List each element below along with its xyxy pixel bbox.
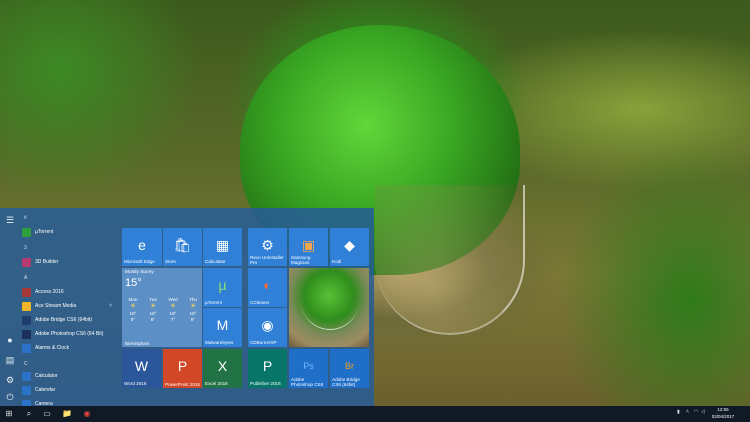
publisher-icon: P [262,358,273,374]
tile-word[interactable]: W Word 2016 [122,349,161,388]
tile-adobe-photoshop[interactable]: Ps Adobe Photoshop CS6 [289,349,328,388]
app-adobe-bridge[interactable]: Adobe Bridge CS6 (64bit) [22,314,116,326]
weather-day: Mon ☀ 18° 9° [128,297,138,322]
utorrent-icon: µ [218,277,227,293]
tile-samsung-magician[interactable]: ▣ Samsung Magician [289,228,328,266]
weather-day: Thu ☀ 18° 9° [189,297,197,322]
samsung-magician-icon: ▣ [301,237,316,253]
folder-icon [22,301,31,311]
powerpoint-icon: P [177,358,188,374]
edge-icon: e [138,237,146,253]
app-calculator[interactable]: Calculator [22,370,116,382]
document-icon[interactable]: ▤ [3,354,17,366]
sun-icon: ☀ [169,303,177,310]
calculator-icon [22,371,31,381]
revo-icon: ⚙ [261,237,274,253]
group-header[interactable]: # [22,212,116,224]
tile-excel[interactable]: X Excel 2016 [203,349,242,388]
adobe-bridge-icon [22,315,31,325]
clock[interactable]: 12:55 02/04/2017 [708,407,738,420]
calculator-icon: ▦ [215,237,230,253]
tile-microsoft-edge[interactable]: e Microsoft Edge [122,228,162,266]
group-header[interactable]: C [22,358,116,370]
malwarebytes-icon: M [216,317,229,333]
tile-revo-uninstaller[interactable]: ⚙ Revo Uninstaller Pro [248,228,287,266]
settings-icon[interactable]: ⚙ [3,374,17,386]
power-icon[interactable]: ⏻ [3,391,17,403]
word-icon: W [134,358,149,374]
bridge-icon: Br [345,361,354,371]
app-utorrent[interactable]: µTorrent [22,226,116,238]
wifi-icon[interactable]: ◠ [694,409,698,415]
search-icon[interactable]: ⌕ [20,406,38,422]
alarm-clock-icon [22,343,31,353]
kodi-icon: ◆ [344,237,355,253]
store-icon: 🛍 [173,237,192,253]
weather-day: Tue ☀ 18° 8° [149,297,157,322]
excel-icon: X [217,358,228,374]
tile-store[interactable]: 🛍 Store [163,228,202,266]
group-header[interactable]: 3 [22,242,116,254]
start-button[interactable]: ⊞ [0,406,18,422]
group-header[interactable]: A [22,272,116,284]
tile-utorrent[interactable]: µ µTorrent [203,268,242,307]
tile-adobe-bridge[interactable]: Br Adobe Bridge CS6 (64bit) [330,349,369,388]
file-explorer-icon[interactable]: 📁 [58,406,76,422]
ccleaner-icon: ◐ [263,277,272,293]
tile-weather[interactable]: Mostly Sunny 15° Mon ☀ 18° 9° Tue ☀ 18° … [122,268,202,347]
photoshop-icon: Ps [303,361,314,371]
weather-forecast: Mon ☀ 18° 9° Tue ☀ 18° 8° Wed ☀ 18° 7° T… [125,297,201,323]
tile-photos[interactable] [289,268,369,347]
tile-calculator[interactable]: ▦ Calculator [203,228,242,266]
utorrent-icon [22,227,31,237]
weather-day: Wed ☀ 18° 7° [168,297,178,322]
tile-publisher[interactable]: P Publisher 2016 [248,349,287,388]
app-ace-stream[interactable]: Ace Stream Media ˅ [22,300,116,312]
tile-ccleaner[interactable]: ◐ CCleaner [248,268,287,307]
app-access[interactable]: Access 2016 [22,286,116,298]
sun-icon: ☀ [149,303,157,310]
app-3d-builder[interactable]: 3D Builder [22,256,116,268]
task-view-icon[interactable]: ▭ [38,406,56,422]
tile-cdburnerxp[interactable]: ◉ CDBurnerXP [248,308,287,347]
photo-globe-image [301,286,359,330]
start-rail: ☰ ● ▤ ⚙ ⏻ [0,208,20,406]
calendar-icon [22,385,31,395]
start-menu: ☰ ● ▤ ⚙ ⏻ # µTorrent 3 3D Builder A Acce… [0,208,374,409]
sun-icon: ☀ [129,303,137,310]
app-adobe-photoshop[interactable]: Adobe Photoshop CS6 (64 Bit) [22,328,116,340]
wallpaper-globe [375,185,525,335]
hamburger-icon[interactable]: ☰ [3,214,17,226]
taskbar: ⊞ ⌕ ▭ 📁 ◉ ▮ ˄ ◠ ◁ 12:55 02/04/2017 [0,406,750,422]
sun-icon: ☀ [189,303,197,310]
adobe-photoshop-icon [22,329,31,339]
tile-powerpoint[interactable]: P PowerPoint 2016 [163,349,202,388]
chevron-up-icon[interactable]: ˄ [686,409,689,415]
access-icon [22,287,31,297]
volume-icon[interactable]: ◁ [701,409,705,415]
chrome-icon[interactable]: ◉ [78,406,96,422]
cdburner-icon: ◉ [261,317,274,333]
chevron-down-icon[interactable]: ˅ [109,300,112,312]
network-icon[interactable]: ▮ [677,409,680,415]
3d-builder-icon [22,257,31,267]
app-calendar[interactable]: Calendar [22,384,116,396]
tile-kodi[interactable]: ◆ Kodi [330,228,369,266]
user-icon[interactable]: ● [3,334,17,346]
app-alarms-clock[interactable]: Alarms & Clock [22,342,116,354]
tile-malwarebytes[interactable]: M Malwarebytes [203,308,242,347]
